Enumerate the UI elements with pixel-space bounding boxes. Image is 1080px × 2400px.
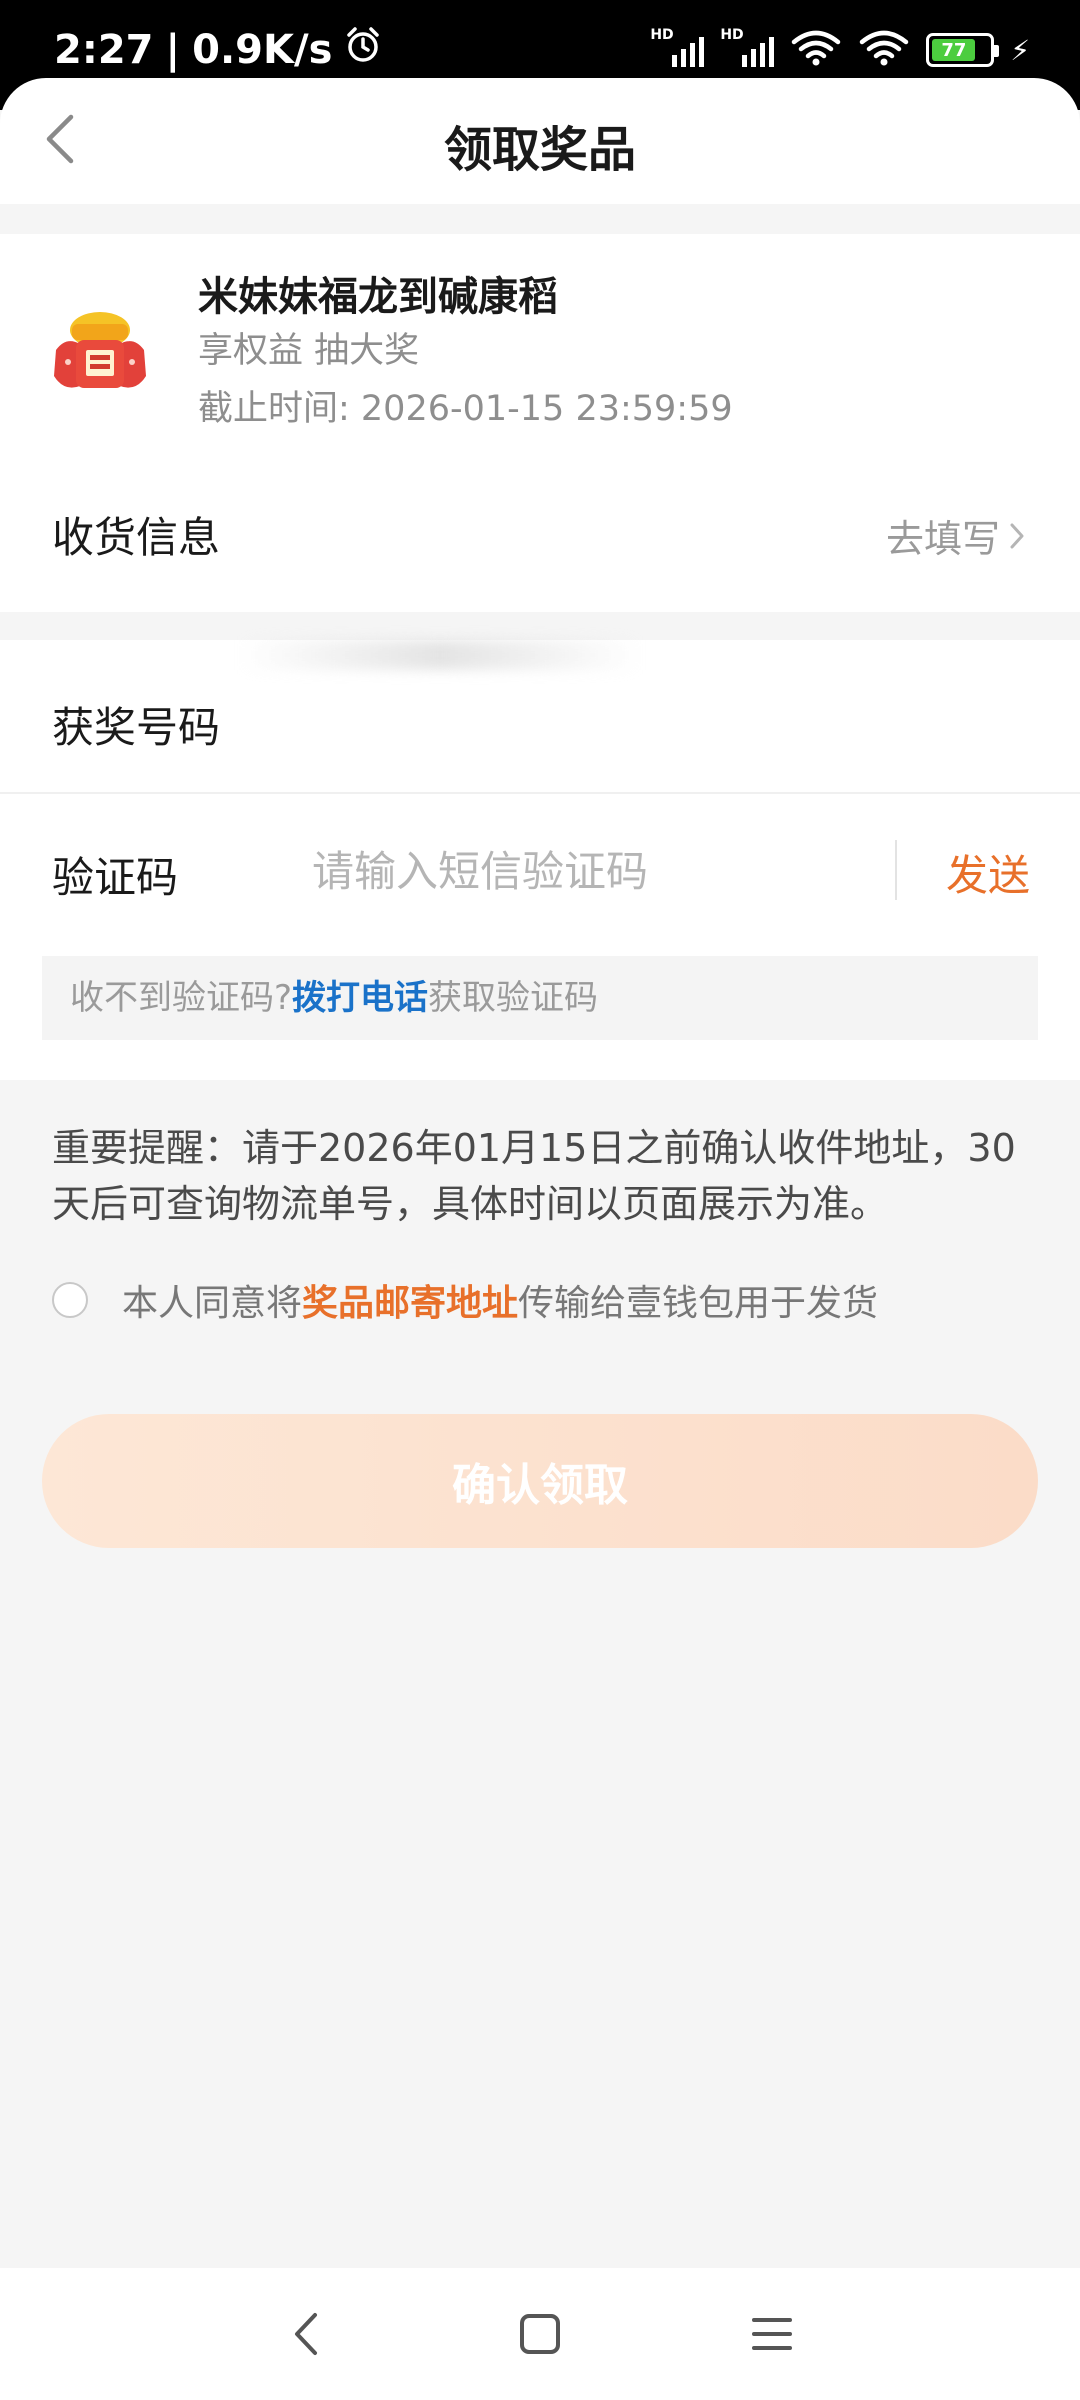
nav-menu-icon [752, 2318, 792, 2350]
send-code-button[interactable]: 发送 [946, 842, 1030, 903]
shipping-fill-action[interactable]: 去填写 [886, 508, 1026, 563]
tip-prefix: 收不到验证码? [70, 978, 293, 1018]
claim-form: 获奖号码 验证码 发送 收不到验证码?拨打电话获取验证码 [0, 640, 1080, 1080]
verification-code-input[interactable] [312, 838, 872, 904]
prize-image [46, 300, 154, 404]
shipping-address-link[interactable]: 奖品邮寄地址 [302, 1283, 518, 1324]
shipping-info-row[interactable]: 收货信息 去填写 [0, 474, 1080, 594]
page-header: 领取奖品 [0, 78, 1080, 204]
tip-suffix: 获取验证码 [428, 978, 599, 1018]
winning-number-row: 获奖号码 [0, 640, 1080, 794]
agreement-row: 本人同意将奖品邮寄地址传输给壹钱包用于发货 [52, 1274, 878, 1326]
nav-home-icon [520, 2314, 560, 2354]
divider [895, 840, 897, 900]
shipping-action-label: 去填写 [885, 517, 1000, 561]
nav-back-button[interactable] [266, 2298, 346, 2370]
agreement-text: 本人同意将奖品邮寄地址传输给壹钱包用于发货 [122, 1274, 878, 1326]
status-left: 2:27 | 0.9K/s [54, 26, 382, 74]
charging-icon: ⚡ [1010, 33, 1030, 67]
status-divider: | [165, 27, 181, 73]
prize-subtitle: 享权益 抽大奖 [198, 331, 420, 371]
signal-icon-2: HD [720, 27, 775, 67]
battery-icon: 77 [926, 33, 1000, 67]
prize-deadline: 截止时间: 2026-01-15 23:59:59 [198, 389, 733, 429]
agreement-prefix: 本人同意将 [122, 1283, 303, 1324]
wifi-icon [790, 30, 842, 70]
prize-name: 米妹妹福龙到碱康稻 [198, 274, 558, 320]
confirm-claim-button[interactable]: 确认领取 [42, 1414, 1038, 1548]
agreement-suffix: 传输给壹钱包用于发货 [518, 1283, 879, 1324]
verification-code-row: 验证码 发送 [0, 796, 1080, 946]
nav-home-button[interactable] [500, 2298, 580, 2370]
wifi-icon-2 [858, 30, 910, 70]
alarm-icon [344, 26, 382, 74]
status-time: 2:27 [54, 27, 154, 73]
signal-icon: HD [650, 27, 705, 67]
status-speed: 0.9K/s [192, 27, 333, 73]
agreement-checkbox[interactable] [52, 1282, 88, 1318]
page-title: 领取奖品 [443, 122, 636, 178]
important-notice: 重要提醒：请于2026年01月15日之前确认收件地址，30天后可查询物流单号，具… [52, 1126, 1016, 1226]
system-nav-bar [0, 2268, 1080, 2400]
prize-card: 米妹妹福龙到碱康稻 享权益 抽大奖 截止时间: 2026-01-15 23:59… [0, 234, 1080, 612]
code-help-tip: 收不到验证码?拨打电话获取验证码 [42, 956, 1038, 1040]
battery-level: 77 [932, 39, 976, 61]
winning-number-label: 获奖号码 [52, 703, 221, 752]
shipping-label: 收货信息 [52, 513, 221, 562]
verification-code-label: 验证码 [52, 853, 179, 902]
call-phone-link[interactable]: 拨打电话 [292, 978, 428, 1018]
nav-back-icon [295, 2313, 317, 2355]
status-right: HD HD 77 ⚡ [650, 27, 1030, 70]
nav-menu-button[interactable] [732, 2298, 812, 2370]
chevron-right-icon [1010, 523, 1024, 548]
